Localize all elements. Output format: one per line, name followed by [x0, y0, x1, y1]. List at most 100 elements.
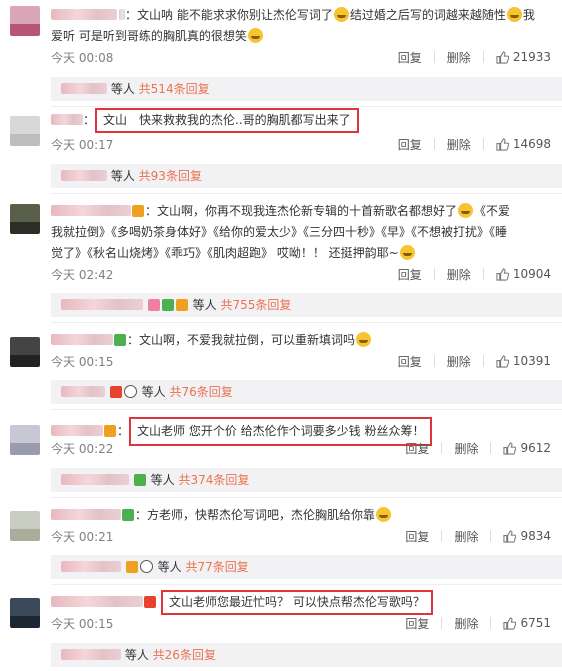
highlighted-comment: 文山老师您最近忙吗？ 可以快点帮杰伦写歌吗？: [161, 590, 433, 615]
comment-divider: [51, 409, 562, 410]
comment-text: ：文山呐 能不能求求你别让杰伦写词了 结过婚之后写的词越来越随性我 爱听 可是听到…: [51, 7, 535, 43]
delete-button[interactable]: 删除: [454, 528, 478, 545]
reply-summary[interactable]: 等人 共77条回复: [51, 555, 562, 579]
reply-count-link[interactable]: 共77条回复: [186, 560, 249, 574]
reply-summary[interactable]: 等人 共514条回复: [51, 77, 562, 101]
divider: [441, 530, 443, 542]
laugh-cry-emoji-icon: [333, 7, 349, 22]
comment-text: ：文山啊，不爱我就拉倒，可以重新填词吗: [51, 330, 551, 351]
reply-button[interactable]: 回复: [398, 49, 422, 66]
blurred-username[interactable]: [51, 114, 83, 125]
sad-emoji-icon: [356, 332, 372, 347]
like-button[interactable]: 9612: [503, 441, 551, 455]
comment-divider: [51, 584, 562, 585]
delete-button[interactable]: 删除: [454, 615, 478, 632]
like-button[interactable]: 10904: [496, 267, 551, 281]
blurred-username[interactable]: [51, 596, 143, 607]
delete-button[interactable]: 删除: [447, 353, 471, 370]
reply-button[interactable]: 回复: [405, 440, 429, 457]
thumbs-up-icon: [496, 137, 509, 151]
reply-button[interactable]: 回复: [405, 615, 429, 632]
comment-divider: [51, 497, 562, 498]
green-badge-icon: [133, 474, 146, 486]
reply-count-link[interactable]: 共26条回复: [153, 648, 216, 662]
blurred-username[interactable]: [51, 205, 131, 216]
like-count: 6751: [520, 616, 551, 630]
laugh-cry-emoji-icon: [376, 507, 392, 522]
avatar[interactable]: [10, 6, 40, 36]
reply-summary[interactable]: 等人 共93条回复: [51, 164, 562, 188]
like-button[interactable]: 14698: [496, 137, 551, 151]
thumbs-up-icon: [496, 50, 509, 64]
highlighted-comment: 文山 快来救救我的杰伦..哥的胸肌都写出来了: [95, 108, 359, 133]
star-badge-icon: [109, 386, 122, 398]
reply-summary[interactable]: 等人 共26条回复: [51, 643, 562, 667]
like-count: 14698: [512, 137, 551, 151]
crown-badge-icon: [132, 205, 144, 217]
delete-button[interactable]: 删除: [447, 49, 471, 66]
avatar[interactable]: [10, 337, 40, 367]
divider: [482, 51, 484, 63]
comment-divider: [51, 106, 562, 107]
reply-count-link[interactable]: 共755条回复: [221, 298, 292, 312]
thumbs-up-icon: [503, 616, 517, 630]
blurred-username: [61, 649, 121, 660]
delete-button[interactable]: 删除: [454, 440, 478, 457]
blurred-username[interactable]: [51, 425, 103, 436]
comment-meta: 今天 00:22 回复 删除 9612: [51, 440, 551, 456]
heart-badge-icon: [147, 299, 160, 311]
blurred-username: [61, 83, 107, 94]
divider: [482, 355, 484, 367]
reply-count-link[interactable]: 共374条回复: [179, 473, 250, 487]
like-button[interactable]: 6751: [503, 616, 551, 630]
delete-button[interactable]: 删除: [447, 136, 471, 153]
divider: [433, 138, 435, 150]
comment-divider: [51, 193, 562, 194]
divider: [482, 138, 484, 150]
comment-meta: 今天 00:15 回复 删除 6751: [51, 615, 551, 631]
divider: [482, 268, 484, 280]
comment-meta: 今天 00:17 回复 删除 14698: [51, 136, 551, 152]
like-count: 9612: [520, 441, 551, 455]
crown-badge-icon: [125, 561, 138, 573]
blurred-username[interactable]: [51, 9, 117, 20]
blurred-username: [61, 386, 105, 397]
like-count: 10904: [512, 267, 551, 281]
reply-summary[interactable]: 等人 共374条回复: [51, 468, 562, 492]
blurred-username[interactable]: [51, 334, 113, 345]
comment-text: ：方老师，快帮杰伦写词吧，杰伦胸肌给你靠: [51, 505, 551, 526]
avatar[interactable]: [10, 511, 40, 541]
divider: [490, 530, 492, 542]
comment-meta: 今天 00:08 回复 删除 21933: [51, 49, 551, 65]
thumbs-up-icon: [503, 529, 517, 543]
avatar[interactable]: [10, 116, 40, 146]
divider: [441, 617, 443, 629]
reply-count-link[interactable]: 共76条回复: [170, 385, 233, 399]
like-button[interactable]: 21933: [496, 50, 551, 64]
like-button[interactable]: 9834: [503, 529, 551, 543]
like-button[interactable]: 10391: [496, 354, 551, 368]
blurred-username[interactable]: [51, 509, 121, 520]
reply-button[interactable]: 回复: [405, 528, 429, 545]
reply-count-link[interactable]: 共514条回复: [139, 82, 210, 96]
avatar[interactable]: [10, 425, 40, 455]
delete-button[interactable]: 删除: [447, 266, 471, 283]
timestamp: 今天 00:22: [51, 442, 114, 456]
timestamp: 今天 00:15: [51, 617, 114, 631]
reply-button[interactable]: 回复: [398, 136, 422, 153]
reply-button[interactable]: 回复: [398, 266, 422, 283]
reply-summary[interactable]: 等人 共76条回复: [51, 380, 562, 404]
reply-summary[interactable]: 等人 共755条回复: [51, 293, 562, 317]
reply-button[interactable]: 回复: [398, 353, 422, 370]
avatar[interactable]: [10, 598, 40, 628]
timestamp: 今天 00:17: [51, 138, 114, 152]
thumbs-up-icon: [496, 354, 509, 368]
laugh-cry-emoji-icon: [458, 203, 474, 218]
comment-meta: 今天 00:15 回复 删除 10391: [51, 353, 551, 369]
blurred-username: [61, 170, 107, 181]
green-badge-icon: [122, 509, 134, 521]
reply-count-link[interactable]: 共93条回复: [139, 169, 202, 183]
panda-badge-icon: [123, 385, 137, 398]
cute-emoji-icon: [399, 245, 415, 260]
avatar[interactable]: [10, 204, 40, 234]
